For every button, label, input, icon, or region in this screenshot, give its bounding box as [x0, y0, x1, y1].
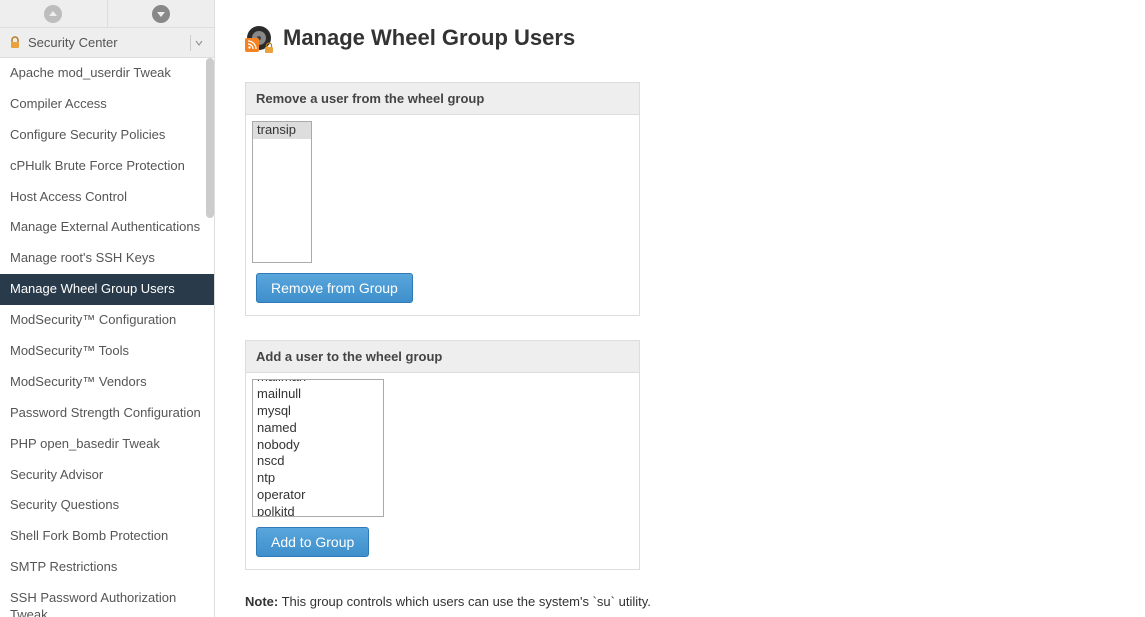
sidebar-item[interactable]: Configure Security Policies	[0, 120, 214, 151]
remove-user-panel: Remove a user from the wheel group trans…	[245, 82, 640, 316]
sidebar-item[interactable]: SSH Password Authorization Tweak	[0, 583, 214, 617]
sidebar-item[interactable]: Compiler Access	[0, 89, 214, 120]
sidebar-item[interactable]: Security Questions	[0, 490, 214, 521]
sidebar-down-button[interactable]	[108, 0, 215, 27]
sidebar-item[interactable]: Security Advisor	[0, 460, 214, 491]
sidebar-item[interactable]: Password Strength Configuration	[0, 398, 214, 429]
sidebar-item[interactable]: Manage root's SSH Keys	[0, 243, 214, 274]
wheel-icon	[245, 24, 273, 52]
list-item[interactable]: transip	[253, 122, 311, 139]
add-user-listbox[interactable]: mailmanmailnullmysqlnamednobodynscdntpop…	[252, 379, 384, 517]
sidebar-item[interactable]: SMTP Restrictions	[0, 552, 214, 583]
sidebar-item[interactable]: Shell Fork Bomb Protection	[0, 521, 214, 552]
sidebar-item[interactable]: PHP open_basedir Tweak	[0, 429, 214, 460]
remove-panel-title: Remove a user from the wheel group	[246, 83, 639, 115]
sidebar-item[interactable]: Manage Wheel Group Users	[0, 274, 214, 305]
note-body: This group controls which users can use …	[278, 594, 651, 609]
sidebar-item[interactable]: cPHulk Brute Force Protection	[0, 151, 214, 182]
arrow-up-icon	[44, 5, 62, 23]
add-panel-title: Add a user to the wheel group	[246, 341, 639, 373]
sidebar-section-title: Security Center	[28, 35, 190, 50]
main-content: Manage Wheel Group Users Remove a user f…	[215, 0, 1145, 617]
list-item[interactable]: nobody	[253, 437, 383, 454]
sidebar: Security Center Apache mod_userdir Tweak…	[0, 0, 215, 617]
list-item[interactable]: mailnull	[253, 386, 383, 403]
sidebar-item[interactable]: ModSecurity™ Vendors	[0, 367, 214, 398]
remove-from-group-button[interactable]: Remove from Group	[256, 273, 413, 303]
list-item[interactable]: ntp	[253, 470, 383, 487]
sidebar-up-button[interactable]	[0, 0, 108, 27]
sidebar-item[interactable]: Manage External Authentications	[0, 212, 214, 243]
lock-icon	[8, 36, 22, 50]
note-text: Note: This group controls which users ca…	[245, 594, 1115, 609]
sidebar-section-header[interactable]: Security Center	[0, 28, 214, 58]
sidebar-item[interactable]: Host Access Control	[0, 182, 214, 213]
page-header: Manage Wheel Group Users	[245, 24, 1115, 52]
sidebar-item[interactable]: Apache mod_userdir Tweak	[0, 58, 214, 89]
chevron-down-icon	[190, 35, 206, 51]
remove-user-listbox[interactable]: transip	[252, 121, 312, 263]
add-to-group-button[interactable]: Add to Group	[256, 527, 369, 557]
note-label: Note:	[245, 594, 278, 609]
add-user-panel: Add a user to the wheel group mailmanmai…	[245, 340, 640, 570]
list-item[interactable]: polkitd	[253, 504, 383, 517]
list-item[interactable]: mailman	[253, 379, 383, 386]
sidebar-nav-arrows	[0, 0, 214, 28]
sidebar-scrollbar[interactable]	[206, 58, 214, 218]
lock-badge-icon	[263, 42, 275, 54]
list-item[interactable]: named	[253, 420, 383, 437]
list-item[interactable]: nscd	[253, 453, 383, 470]
list-item[interactable]: operator	[253, 487, 383, 504]
list-item[interactable]: mysql	[253, 403, 383, 420]
sidebar-nav-list[interactable]: Apache mod_userdir TweakCompiler AccessC…	[0, 58, 214, 617]
page-title: Manage Wheel Group Users	[283, 25, 575, 51]
sidebar-item[interactable]: ModSecurity™ Configuration	[0, 305, 214, 336]
rss-badge-icon	[245, 38, 259, 52]
arrow-down-icon	[152, 5, 170, 23]
sidebar-item[interactable]: ModSecurity™ Tools	[0, 336, 214, 367]
